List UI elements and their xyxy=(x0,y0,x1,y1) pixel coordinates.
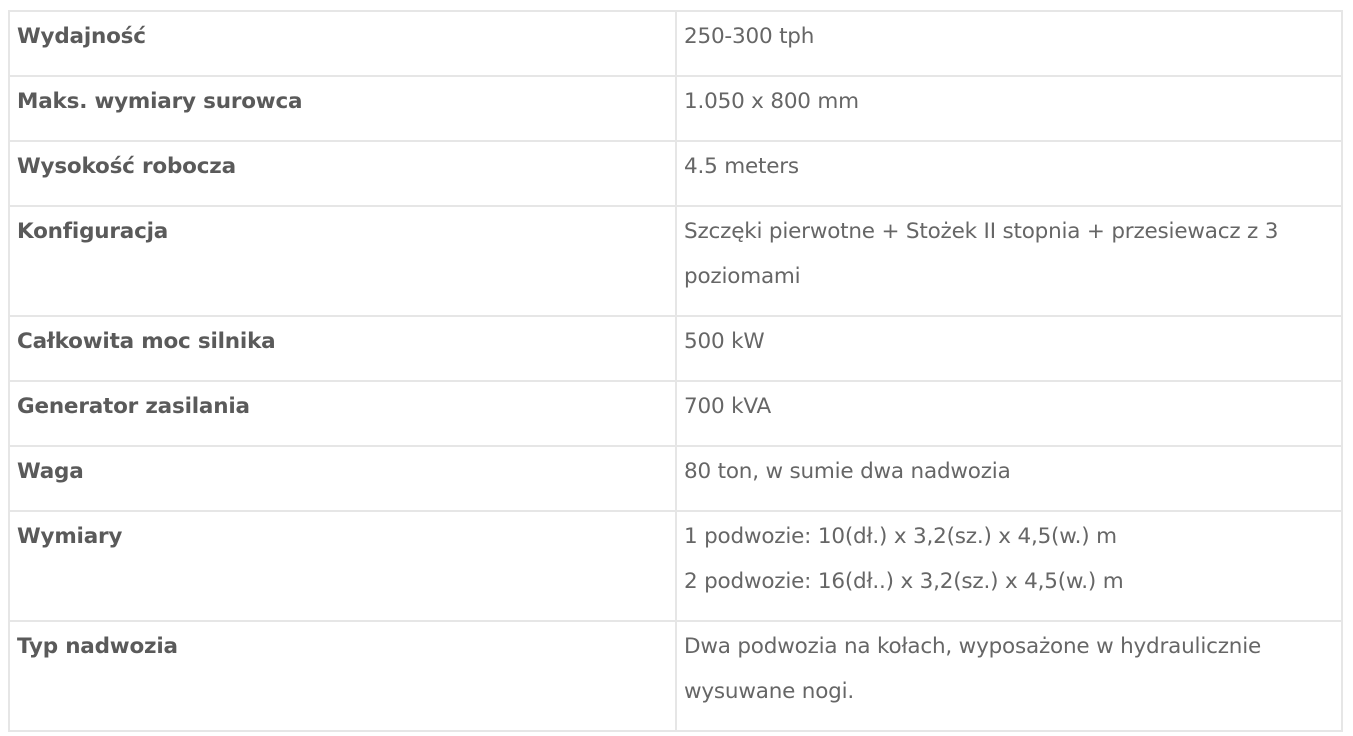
spec-label-capacity: Wydajność xyxy=(8,10,677,77)
spec-label-dimensions: Wymiary xyxy=(8,510,677,622)
spec-value-configuration: Szczęki pierwotne + Stożek II stopnia + … xyxy=(675,205,1343,317)
spec-label-max-feed-size: Maks. wymiary surowca xyxy=(8,75,677,142)
spec-value-dimensions: 1 podwozie: 10(dł.) x 3,2(sz.) x 4,5(w.)… xyxy=(675,510,1343,622)
spec-label-configuration: Konfiguracja xyxy=(8,205,677,317)
spec-label-total-motor-power: Całkowita moc silnika xyxy=(8,315,677,382)
spec-value-total-motor-power: 500 kW xyxy=(675,315,1343,382)
spec-label-working-height: Wysokość robocza xyxy=(8,140,677,207)
spec-label-power-generator: Generator zasilania xyxy=(8,380,677,447)
spec-value-power-generator: 700 kVA xyxy=(675,380,1343,447)
specifications-table: Wydajność 250-300 tph Maks. wymiary suro… xyxy=(8,10,1343,732)
spec-label-chassis-type: Typ nadwozia xyxy=(8,620,677,732)
dimensions-line-1: 1 podwozie: 10(dł.) x 3,2(sz.) x 4,5(w.)… xyxy=(684,524,1117,549)
table-row: Generator zasilania 700 kVA xyxy=(8,380,1343,447)
spec-value-chassis-type: Dwa podwozia na kołach, wyposażone w hyd… xyxy=(675,620,1343,732)
table-row: Maks. wymiary surowca 1.050 x 800 mm xyxy=(8,75,1343,142)
spec-value-weight: 80 ton, w sumie dwa nadwozia xyxy=(675,445,1343,512)
table-row: Typ nadwozia Dwa podwozia na kołach, wyp… xyxy=(8,620,1343,732)
dimensions-line-2: 2 podwozie: 16(dł..) x 3,2(sz.) x 4,5(w.… xyxy=(684,569,1124,594)
spec-value-max-feed-size: 1.050 x 800 mm xyxy=(675,75,1343,142)
spec-value-working-height: 4.5 meters xyxy=(675,140,1343,207)
table-row: Wydajność 250-300 tph xyxy=(8,10,1343,77)
spec-value-capacity: 250-300 tph xyxy=(675,10,1343,77)
table-row: Konfiguracja Szczęki pierwotne + Stożek … xyxy=(8,205,1343,317)
table-row: Wymiary 1 podwozie: 10(dł.) x 3,2(sz.) x… xyxy=(8,510,1343,622)
table-row: Wysokość robocza 4.5 meters xyxy=(8,140,1343,207)
table-row: Całkowita moc silnika 500 kW xyxy=(8,315,1343,382)
table-row: Waga 80 ton, w sumie dwa nadwozia xyxy=(8,445,1343,512)
spec-label-weight: Waga xyxy=(8,445,677,512)
